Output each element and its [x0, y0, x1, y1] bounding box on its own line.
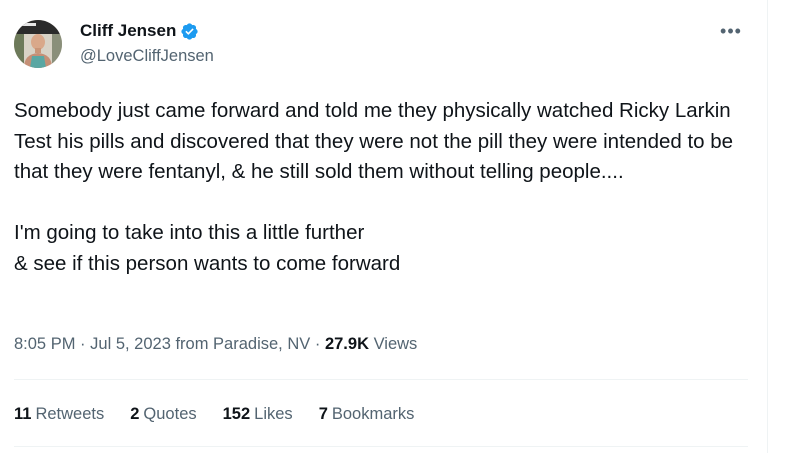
likes-label: Likes — [254, 405, 293, 423]
engagement-stats: 11 Retweets 2 Quotes 152 Likes 7 Bookmarks — [14, 402, 414, 426]
retweets-stat[interactable]: 11 Retweets — [14, 402, 104, 426]
tweet-time[interactable]: 8:05 PM — [14, 335, 75, 353]
more-options-button[interactable]: ••• — [714, 14, 748, 48]
quotes-label: Quotes — [143, 405, 197, 423]
bookmarks-count: 7 — [318, 405, 328, 423]
retweets-count: 11 — [14, 405, 32, 423]
likes-count: 152 — [222, 405, 251, 423]
bookmarks-stat[interactable]: 7 Bookmarks — [319, 402, 415, 426]
meta-separator: · — [314, 335, 321, 353]
divider — [14, 379, 748, 380]
views-label: Views — [373, 335, 418, 353]
bookmarks-label: Bookmarks — [331, 405, 415, 423]
quotes-count: 2 — [130, 405, 140, 423]
tweet-paragraph-2: I'm going to take into this a little fur… — [14, 221, 401, 275]
likes-stat[interactable]: 152 Likes — [223, 402, 293, 426]
tweet-paragraph-1: Somebody just came forward and told me t… — [14, 99, 734, 184]
meta-separator: · — [80, 335, 86, 353]
avatar[interactable] — [14, 20, 62, 68]
verified-badge-icon[interactable] — [180, 22, 199, 41]
ellipsis-icon: ••• — [720, 20, 742, 41]
author-name-row: Cliff Jensen — [80, 20, 199, 42]
tweet-location[interactable]: from Paradise, NV — [175, 335, 310, 353]
column-divider — [767, 0, 768, 453]
author-display-name[interactable]: Cliff Jensen — [80, 20, 176, 42]
author-handle[interactable]: @LoveCliffJensen — [80, 45, 214, 67]
avatar-image — [14, 20, 62, 68]
tweet-date[interactable]: Jul 5, 2023 — [90, 335, 171, 353]
tweet-text: Somebody just came forward and told me t… — [14, 96, 754, 280]
views-count: 27.9K — [324, 335, 369, 353]
quotes-stat[interactable]: 2 Quotes — [130, 402, 196, 426]
divider — [14, 446, 748, 447]
tweet-meta: 8:05 PM · Jul 5, 2023 from Paradise, NV … — [14, 332, 417, 356]
tweet: Cliff Jensen @LoveCliffJensen ••• Somebo… — [14, 0, 754, 453]
retweets-label: Retweets — [35, 405, 105, 423]
